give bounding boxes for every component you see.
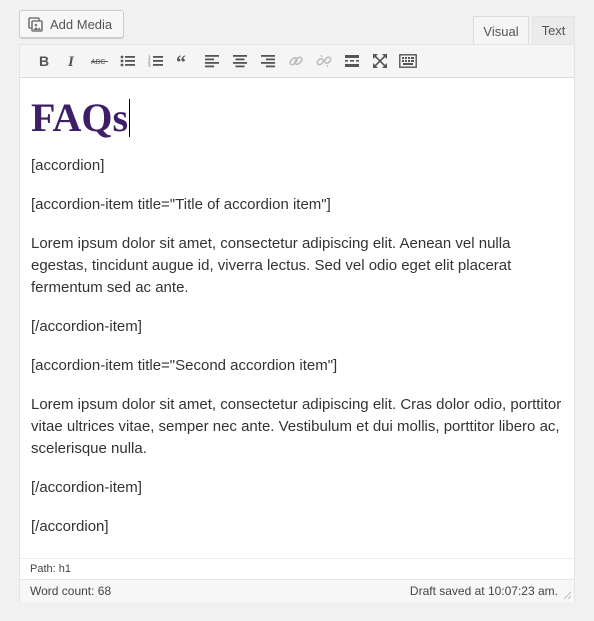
- bold-button[interactable]: B: [30, 48, 58, 74]
- bold-icon: B: [39, 54, 49, 68]
- add-media-button[interactable]: Add Media: [19, 10, 124, 38]
- align-left-icon: [205, 55, 219, 68]
- link-icon: [289, 56, 303, 66]
- svg-text:I: I: [67, 54, 75, 68]
- read-more-icon: [345, 55, 359, 67]
- word-count: Word count: 68: [30, 584, 112, 598]
- svg-text:B: B: [39, 54, 49, 68]
- numbered-list-button[interactable]: 1 2 3: [142, 48, 170, 74]
- add-media-icon: [28, 16, 44, 32]
- read-more-button[interactable]: [338, 48, 366, 74]
- editor-screen: Add Media Visual Text B I ABC 1 2 3 “ FA…: [0, 0, 594, 621]
- unlink-icon: [316, 54, 332, 68]
- keyboard-icon: [399, 54, 417, 68]
- blockquote-icon: “: [176, 54, 186, 68]
- align-center-button[interactable]: [226, 48, 254, 74]
- resize-handle-icon[interactable]: [562, 590, 572, 600]
- fullscreen-icon: [373, 54, 387, 68]
- italic-button[interactable]: I: [58, 48, 86, 74]
- align-center-icon: [233, 55, 247, 68]
- bulleted-list-icon: [120, 55, 135, 67]
- content-paragraph: [/accordion-item]: [31, 479, 142, 496]
- remove-link-button[interactable]: [310, 48, 338, 74]
- insert-link-button[interactable]: [282, 48, 310, 74]
- fullscreen-button[interactable]: [366, 48, 394, 74]
- bulleted-list-button[interactable]: [114, 48, 142, 74]
- content-paragraph: [/accordion-item]: [31, 318, 142, 335]
- numbered-list-icon: 1 2 3: [148, 55, 163, 68]
- align-left-button[interactable]: [198, 48, 226, 74]
- add-media-label: Add Media: [50, 16, 113, 32]
- element-path: Path: h1: [20, 558, 574, 579]
- tab-visual[interactable]: Visual: [473, 16, 529, 45]
- blockquote-button[interactable]: “: [170, 48, 198, 74]
- content-paragraph: [accordion-item title="Second accordion …: [31, 357, 338, 374]
- content-paragraph: [/accordion]: [31, 518, 109, 535]
- content-paragraph: Lorem ipsum dolor sit amet, consectetur …: [31, 235, 512, 296]
- align-right-button[interactable]: [254, 48, 282, 74]
- svg-text:“: “: [176, 54, 186, 68]
- align-right-icon: [261, 55, 275, 68]
- toolbar-toggle-button[interactable]: [394, 48, 422, 74]
- content-paragraph: [accordion-item title="Title of accordio…: [31, 196, 331, 213]
- page-heading: FAQs: [31, 95, 131, 140]
- text-caret: [129, 99, 131, 137]
- svg-text:3: 3: [148, 63, 151, 68]
- content-paragraph: Lorem ipsum dolor sit amet, consectetur …: [31, 396, 562, 457]
- draft-saved-status: Draft saved at 10:07:23 am.: [409, 584, 558, 598]
- editor-box: B I ABC 1 2 3 “ FAQs [accordion] [accord…: [19, 44, 575, 602]
- status-bar: Word count: 68 Draft saved at 10:07:23 a…: [20, 579, 574, 602]
- tab-text[interactable]: Text: [532, 16, 575, 44]
- italic-icon: I: [67, 54, 75, 68]
- formatting-toolbar: B I ABC 1 2 3 “: [20, 45, 574, 78]
- svg-text:ABC: ABC: [91, 59, 105, 66]
- editor-content[interactable]: FAQs [accordion] [accordion-item title="…: [20, 79, 574, 555]
- strikethrough-button[interactable]: ABC: [86, 48, 114, 74]
- content-paragraph: [accordion]: [31, 157, 105, 174]
- strikethrough-icon: ABC: [91, 59, 108, 66]
